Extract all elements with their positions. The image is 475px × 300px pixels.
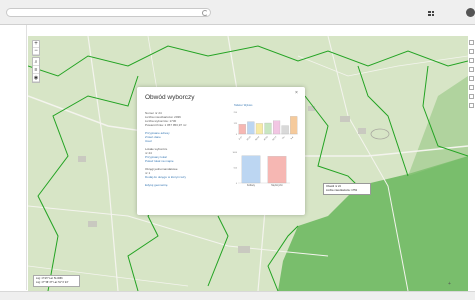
coordinates-readout: Lng: 17.977 Lat: 51.0066 Lng: 17° 58' 37…: [33, 275, 80, 287]
y-tick-label: 0: [236, 183, 238, 185]
bar[interactable]: [264, 122, 272, 135]
tool-icon-7[interactable]: [469, 94, 474, 99]
x-tick-label: 30-44: [255, 136, 261, 142]
y-tick-label: 500: [234, 168, 238, 170]
district-tooltip: Obwód nr 24 Liczba mieszkańców: 1753: [323, 183, 371, 195]
layers-icon[interactable]: ≡: [33, 66, 39, 74]
tool-icon-4[interactable]: [469, 67, 474, 72]
x-tick-label: 60-74: [272, 136, 278, 142]
browser-toolbar: [0, 0, 475, 25]
x-tick-label: 45-59: [264, 136, 270, 142]
coords-dms: Lng: 17° 58' 37" Lat: 51° 0' 24": [36, 281, 69, 284]
apps-grid-icon[interactable]: [428, 11, 434, 16]
locate-icon[interactable]: ◉: [33, 74, 39, 82]
x-tick-label: Kobiety: [247, 184, 256, 187]
tool-icon-5[interactable]: [469, 76, 474, 81]
tooltip-line: Liczba mieszkańców: 1753: [326, 189, 357, 192]
x-tick-label: 0-17: [239, 136, 244, 141]
close-icon[interactable]: ×: [295, 90, 298, 96]
y-tick-label: 125: [234, 123, 238, 125]
zoom-control: + −: [32, 40, 40, 56]
avatar[interactable]: [466, 8, 475, 17]
edit-geometry-link[interactable]: Edytuj geometrię: [145, 183, 225, 187]
right-toolbar: [469, 40, 475, 112]
x-tick-label: b.d.: [291, 136, 295, 140]
tool-icon-2[interactable]: [469, 49, 474, 54]
bar[interactable]: [273, 120, 281, 135]
tool-icon-1[interactable]: [469, 40, 474, 45]
zoom-in-button[interactable]: +: [33, 41, 39, 48]
add-icon[interactable]: +: [448, 281, 451, 287]
district-popup: Obwód wyborczy × Numer nr 24 Liczba mies…: [137, 87, 305, 215]
chart-toggle-link[interactable]: Tabela / Wykres: [234, 104, 252, 107]
reload-icon[interactable]: [202, 10, 208, 16]
gender-chart: 0 500 1000 Kobiety Mężczyźni: [233, 152, 290, 187]
search-icon[interactable]: ⌕: [33, 58, 39, 66]
zoom-out-button[interactable]: −: [33, 48, 39, 55]
popup-title: Obwód wyborczy: [145, 94, 195, 101]
bar[interactable]: [267, 156, 287, 184]
district-selected[interactable]: [278, 156, 468, 291]
age-chart: 0 125 250 0-17 18-29 30-44 45-59 60-74 75+ b.d.: [234, 112, 298, 142]
x-tick-label: 75+: [282, 136, 286, 140]
popup-info: Numer nr 24 Liczba mieszkańców: 2036 Lic…: [145, 111, 225, 187]
tool-icon-8[interactable]: [469, 103, 474, 108]
y-tick-label: 1000: [233, 152, 238, 154]
x-tick-label: Mężczyźni: [271, 184, 283, 187]
y-tick-label: 250: [234, 112, 238, 114]
bottom-bar: [0, 291, 475, 300]
bar[interactable]: [241, 155, 261, 184]
map-tools: ⌕ ≡ ◉: [32, 57, 40, 83]
tool-icon-6[interactable]: [469, 85, 474, 90]
tool-icon-3[interactable]: [469, 58, 474, 63]
left-sidebar: [0, 25, 27, 290]
bar[interactable]: [290, 116, 298, 135]
address-bar[interactable]: [6, 8, 211, 17]
bar[interactable]: [281, 125, 289, 135]
bar[interactable]: [247, 121, 255, 135]
y-tick-label: 0: [236, 134, 238, 136]
x-tick-label: 18-29: [247, 136, 253, 142]
bar[interactable]: [238, 124, 246, 135]
bar[interactable]: [255, 123, 263, 135]
